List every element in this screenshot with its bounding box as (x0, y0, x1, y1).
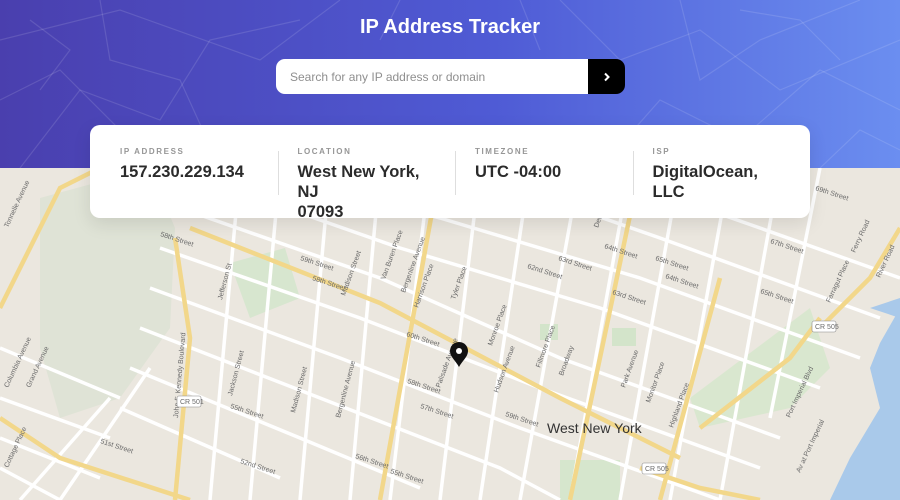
city-label: West New York (547, 420, 643, 436)
isp-label: ISP (652, 147, 671, 156)
search-input[interactable] (276, 59, 588, 94)
timezone-section: TIMEZONE UTC -04:00 (455, 147, 633, 196)
route-shield-label: CR 505 (645, 466, 669, 473)
isp-section: ISP DigitalOcean, LLC (632, 147, 811, 201)
ip-address-label: IP ADDRESS (120, 147, 185, 156)
chevron-right-icon (603, 72, 610, 81)
ip-address-section: IP ADDRESS 157.230.229.134 (90, 147, 278, 196)
timezone-label: TIMEZONE (475, 147, 530, 156)
location-section: LOCATION West New York, NJ 07093 (277, 147, 456, 221)
location-label: LOCATION (297, 147, 352, 156)
search-submit-button[interactable] (588, 59, 625, 94)
location-line1: West New York, NJ (297, 163, 420, 201)
location-line2: 07093 (297, 203, 344, 221)
route-shield-label: CR 501 (180, 399, 204, 406)
isp-value: DigitalOcean, LLC (652, 163, 758, 201)
timezone-value: UTC -04:00 (475, 163, 562, 181)
location-value: West New York, NJ 07093 (298, 162, 426, 222)
ip-info-card: IP ADDRESS 157.230.229.134 LOCATION West… (90, 125, 811, 221)
ip-address-value: 157.230.229.134 (120, 163, 244, 181)
page-title: IP Address Tracker (359, 16, 541, 38)
route-shield-label: CR 505 (815, 324, 839, 331)
search-bar (276, 59, 625, 94)
